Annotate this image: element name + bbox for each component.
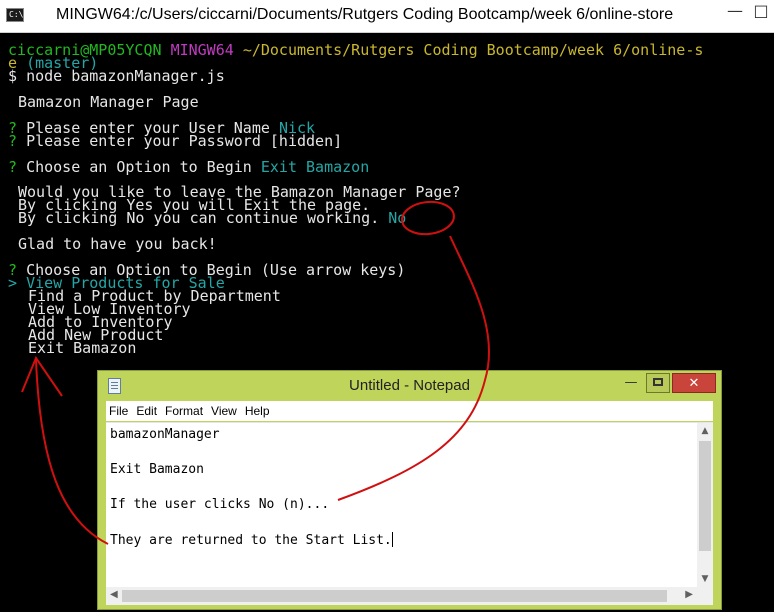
leave-answer: No	[388, 209, 407, 227]
vertical-scrollbar[interactable]: ▲ ▼	[697, 423, 713, 587]
console-icon: C:\	[6, 8, 24, 22]
terminal-title: MINGW64:/c/Users/ciccarni/Documents/Rutg…	[56, 6, 674, 23]
menu-edit[interactable]: Edit	[133, 401, 162, 418]
notepad-close-button[interactable]: ✕	[672, 373, 716, 393]
password-line: ? Please enter your Password [hidden]	[8, 132, 343, 150]
notepad-minimize-button[interactable]: —	[620, 373, 642, 393]
question-mark: ?	[8, 132, 18, 150]
notepad-maximize-button[interactable]	[646, 373, 670, 393]
terminal-minimize-button[interactable]: —	[722, 0, 748, 24]
horizontal-scrollbar[interactable]: ◀ ▶	[106, 587, 697, 605]
text-cursor	[391, 532, 393, 547]
notepad-window[interactable]: Untitled - Notepad — ✕ File Edit Format Vie…	[97, 370, 722, 610]
horizontal-scroll-thumb[interactable]	[122, 590, 667, 602]
command-line: $ node bamazonManager.js	[8, 67, 225, 85]
scrollbar-corner	[697, 587, 713, 605]
password-label: Please enter your Password	[26, 132, 261, 150]
menu-pointer: >	[8, 274, 18, 292]
vertical-scroll-thumb[interactable]	[699, 441, 711, 551]
scroll-right-icon[interactable]: ▶	[685, 589, 693, 600]
scroll-left-icon[interactable]: ◀	[110, 589, 118, 600]
menu-format[interactable]: Format	[162, 401, 208, 418]
glad-text: Glad to have you back!	[18, 235, 217, 253]
text-line: Exit Bamazon	[110, 462, 204, 477]
password-value: [hidden]	[269, 132, 343, 150]
question-mark: ?	[8, 158, 18, 176]
choose-again-hint: (Use arrow keys)	[260, 261, 406, 279]
page-header: Bamazon Manager Page	[18, 93, 199, 111]
notepad-text-area[interactable]: bamazonManager Exit Bamazon If the user …	[106, 422, 713, 605]
notepad-titlebar[interactable]: Untitled - Notepad — ✕	[98, 371, 721, 399]
prompt-path: ~/Documents/Rutgers Coding Bootcamp/week…	[242, 41, 704, 59]
prompt-line: ciccarni@MP05YCQN MINGW64 ~/Documents/Ru…	[8, 41, 704, 59]
text-line: If the user clicks No (n)...	[110, 497, 330, 512]
choose-label: Choose an Option to Begin	[26, 158, 252, 176]
choose-value: Exit Bamazon	[260, 158, 370, 176]
menu-file[interactable]: File	[106, 401, 133, 418]
choose-line: ? Choose an Option to Begin Exit Bamazon	[8, 158, 370, 176]
leave-no-line: By clicking No you can continue working.…	[18, 209, 407, 227]
terminal-titlebar[interactable]: C:\ MINGW64:/c/Users/ciccarni/Documents/…	[0, 0, 774, 33]
text-line: bamazonManager	[110, 427, 220, 442]
menu-view[interactable]: View	[208, 401, 242, 418]
scroll-up-icon[interactable]: ▲	[697, 426, 713, 436]
terminal-maximize-button[interactable]: □	[748, 0, 774, 24]
notepad-menubar: File Edit Format View Help	[106, 401, 713, 421]
menu-item[interactable]: Exit Bamazon	[28, 341, 136, 356]
text-line: They are returned to the Start List.	[110, 533, 392, 548]
scroll-down-icon[interactable]: ▼	[697, 574, 713, 584]
text-line-last: They are returned to the Start List.	[110, 532, 393, 548]
command-text: node bamazonManager.js	[26, 67, 225, 85]
prompt-symbol: $	[8, 67, 18, 85]
leave-no-text: By clicking No you can continue working.	[18, 209, 380, 227]
prompt-env: MINGW64	[170, 41, 234, 59]
menu-help[interactable]: Help	[242, 401, 275, 418]
